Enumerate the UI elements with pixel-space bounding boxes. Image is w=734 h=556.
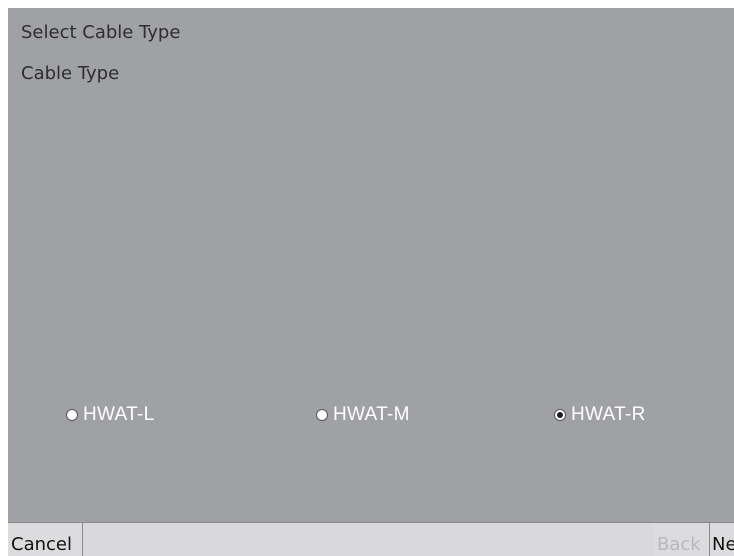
option-label: HWAT-M: [333, 404, 410, 425]
cancel-button[interactable]: Cancel: [8, 523, 83, 556]
radio-dot: [557, 412, 563, 418]
next-button[interactable]: Ne: [709, 523, 734, 556]
option-hwat-r[interactable]: HWAT-R: [554, 402, 646, 428]
option-label: HWAT-L: [83, 404, 155, 425]
section-label: Cable Type: [21, 63, 120, 84]
footer-bar: Cancel Back Ne: [8, 522, 734, 556]
radio-unselected-icon[interactable]: [316, 409, 328, 421]
option-hwat-m[interactable]: HWAT-M: [316, 402, 410, 428]
radio-unselected-icon[interactable]: [66, 409, 78, 421]
cable-type-screen: Select Cable Type Cable Type HWAT-L HWAT…: [8, 8, 734, 556]
page-title: Select Cable Type: [21, 22, 181, 43]
option-hwat-l[interactable]: HWAT-L: [66, 402, 154, 428]
radio-selected-icon[interactable]: [554, 409, 566, 421]
option-label: HWAT-R: [571, 404, 646, 425]
back-button[interactable]: Back: [653, 523, 709, 556]
